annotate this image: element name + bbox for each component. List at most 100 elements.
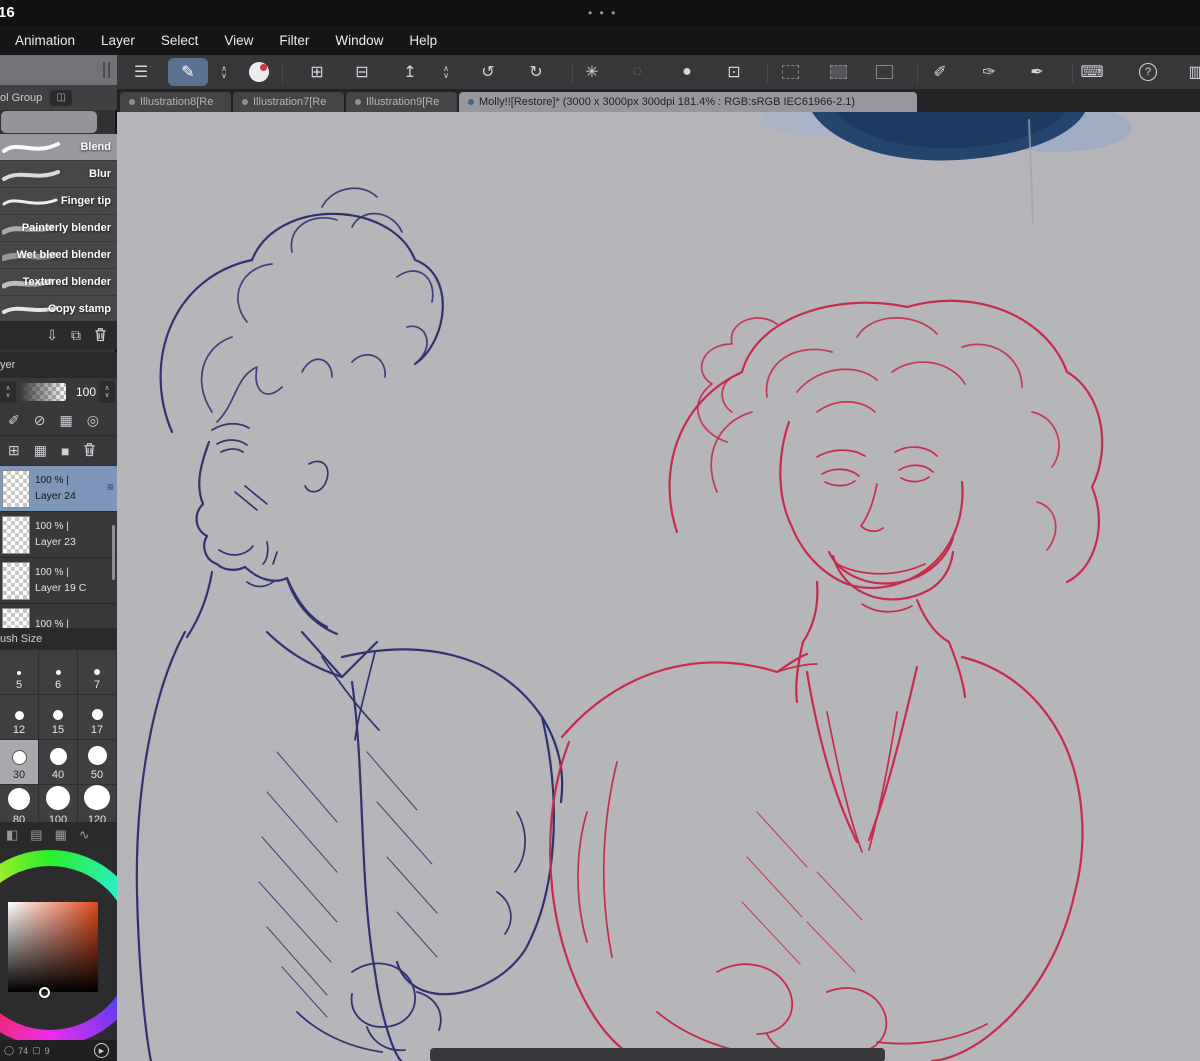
keyboard-shortcuts-button[interactable]: ⌨ [1075, 58, 1109, 86]
panel-toggle-icon: ◫ [56, 92, 66, 103]
grid-tab[interactable]: ▦ [55, 827, 67, 843]
selected-tool-group[interactable] [1, 111, 97, 133]
blend-mode-stepper[interactable]: ∧ ∨ [0, 381, 16, 403]
new-folder-button[interactable]: ▦ [34, 442, 47, 459]
panel-status-strip: ◯ 74 ▢ 9 ▶ [0, 1040, 117, 1061]
subtool-item-wet-bleed-blender[interactable]: Wet bleed blender [0, 242, 117, 269]
pen-tool-button[interactable]: ✎ [168, 58, 208, 86]
brush-tool-button[interactable]: ✑ [972, 58, 1006, 86]
panel-scrollbar[interactable] [112, 525, 115, 580]
document-tab[interactable]: Illustration7[Re [233, 92, 344, 112]
export-button[interactable]: ↥ [393, 58, 427, 86]
lock-transparent-button[interactable]: ▦ [59, 412, 72, 429]
multitask-dots-icon[interactable]: • • • [588, 6, 617, 20]
subtool-item-finger-tip[interactable]: Finger tip [0, 188, 117, 215]
brush-dot-icon [53, 710, 63, 720]
document-tab-bar: Illustration8[Re Illustration7[Re Illust… [117, 90, 1200, 112]
canvas[interactable] [117, 112, 1200, 1061]
brush-size-cell[interactable]: 100 [39, 785, 78, 822]
menu-filter[interactable]: Filter [279, 33, 309, 48]
extra-panel-button[interactable]: ▥ [1179, 58, 1200, 86]
document-tab[interactable]: Illustration8[Re [120, 92, 231, 112]
command-toolbar: ☰ ✎ ∧ ∨ ⊞ ⊟ ↥ ∧ ∨ ↺ ↻ ✳ ◌ ● ⊡ ✐ ✑ ✒ ⌨ ? ▥ [117, 55, 1200, 90]
frame-select-button[interactable] [867, 58, 901, 86]
menu-view[interactable]: View [224, 33, 253, 48]
brush-size-cell[interactable]: 6 [39, 650, 78, 695]
new-canvas-button[interactable]: ⊞ [300, 58, 334, 86]
redo-button[interactable]: ↻ [519, 58, 553, 86]
lock-layer-button[interactable]: ⊘ [34, 412, 46, 429]
fill-button[interactable]: ● [670, 58, 704, 86]
brush-size-cell[interactable]: 80 [0, 785, 39, 822]
layer-row[interactable]: 100 % | Layer 19 C [0, 558, 117, 604]
tool-switch-stepper[interactable]: ∧ ∨ [207, 58, 241, 86]
brush-size-cell[interactable]: 120 [78, 785, 117, 822]
menu-animation[interactable]: Animation [15, 33, 75, 48]
draft-layer-button[interactable]: ✐ [8, 412, 20, 429]
brush-dot-icon [17, 671, 21, 675]
merge-layer-button[interactable]: ■ [61, 443, 69, 459]
file-switch-stepper[interactable]: ∧ ∨ [429, 58, 463, 86]
clip-studio-home-button[interactable] [242, 58, 276, 86]
subtool-list: Blend Blur Finger tip Painterly blender … [0, 134, 117, 323]
clear-button[interactable]: ✳ [575, 58, 609, 86]
opacity-slider[interactable] [20, 383, 66, 401]
menu-layer[interactable]: Layer [101, 33, 135, 48]
menu-window[interactable]: Window [335, 33, 383, 48]
new-layer-button[interactable]: ⊞ [8, 442, 20, 459]
subtool-label: Blend [80, 141, 111, 153]
subtool-item-blend[interactable]: Blend [0, 134, 117, 161]
layer-row-selected[interactable]: 100 % | Layer 24 ≡ [0, 466, 117, 512]
brush-size-cell[interactable]: 5 [0, 650, 39, 695]
subtool-item-painterly-blender[interactable]: Painterly blender [0, 215, 117, 242]
delete-subtool-button[interactable] [94, 327, 107, 344]
polyline-tool-button[interactable]: ✐ [923, 58, 957, 86]
open-file-button[interactable]: ⊟ [345, 58, 379, 86]
duplicate-subtool-button[interactable]: ⧉ [71, 328, 81, 342]
document-tab[interactable]: Illustration9[Re [346, 92, 457, 112]
panel-toggle-button[interactable]: ◫ [50, 89, 73, 106]
subtool-item-copy-stamp[interactable]: Copy stamp [0, 296, 117, 323]
drag-handle-icon[interactable]: ≡ [107, 480, 114, 494]
subtool-item-blur[interactable]: Blur [0, 161, 117, 188]
import-subtool-button[interactable]: ⇩ [46, 328, 58, 342]
layer-row[interactable]: 100 % | [0, 604, 117, 628]
deselect-button[interactable]: ◌ [620, 58, 654, 86]
brush-size-cell[interactable]: 40 [39, 740, 78, 785]
brush-size-cell[interactable]: 50 [78, 740, 117, 785]
brush-size-cell-selected[interactable]: 30 [0, 740, 39, 785]
color-cursor-icon[interactable] [39, 987, 50, 998]
tool-panel-header[interactable] [0, 55, 117, 85]
gradient-square-tab[interactable]: ◧ [6, 827, 18, 843]
saturation-value-square[interactable] [8, 902, 98, 992]
brush-size-cell[interactable]: 7 [78, 650, 117, 695]
play-button[interactable]: ▶ [94, 1043, 109, 1058]
brush-size-cell[interactable]: 17 [78, 695, 117, 740]
clip-studio-paint-window: 16 • • • Animation Layer Select View Fil… [0, 0, 1200, 1061]
active-document-tab[interactable]: Molly!![Restore]* (3000 x 3000px 300dpi … [459, 92, 917, 112]
subtool-item-textured-blender[interactable]: Textured blender [0, 269, 117, 296]
panel-grip-icon [108, 62, 110, 78]
marquee-select-button[interactable] [773, 58, 807, 86]
layer-name: Layer 19 C [35, 582, 87, 594]
marquee-fill-select-button[interactable] [821, 58, 855, 86]
main-menu-button[interactable]: ☰ [124, 58, 158, 86]
undo-button[interactable]: ↺ [471, 58, 505, 86]
clipping-mask-button[interactable]: ◎ [87, 412, 99, 429]
layer-row[interactable]: 100 % | Layer 23 [0, 512, 117, 558]
tab-status-dot-icon [468, 99, 474, 105]
ruler-pen-button[interactable]: ✒ [1020, 58, 1054, 86]
menu-help[interactable]: Help [409, 33, 437, 48]
tone-tab[interactable]: ▤ [30, 827, 42, 843]
brush-size-cell[interactable]: 12 [0, 695, 39, 740]
blend-indicator-icon: | [66, 521, 69, 532]
brush-size-cell[interactable]: 15 [39, 695, 78, 740]
help-button[interactable]: ? [1131, 58, 1165, 86]
transform-button[interactable]: ⊡ [717, 58, 751, 86]
brush-dot-icon [94, 669, 100, 675]
opacity-stepper[interactable]: ∧ ∨ [99, 381, 115, 403]
delete-layer-button[interactable] [83, 442, 96, 460]
menu-select[interactable]: Select [161, 33, 199, 48]
curve-tab[interactable]: ∿ [79, 827, 90, 843]
subtool-label: Finger tip [60, 195, 111, 207]
